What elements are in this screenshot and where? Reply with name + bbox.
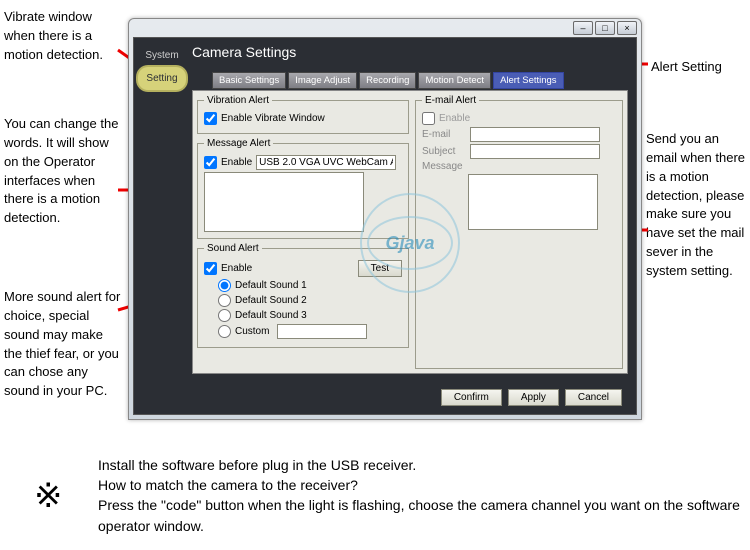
cancel-button[interactable]: Cancel	[565, 389, 622, 406]
sound-option-custom[interactable]: Custom	[218, 324, 402, 339]
apply-button[interactable]: Apply	[508, 389, 559, 406]
emsg-field-label: Message	[422, 161, 466, 172]
sound-enable-checkbox[interactable]	[204, 262, 217, 275]
close-button[interactable]: ×	[617, 21, 637, 35]
message-textarea[interactable]	[204, 172, 364, 232]
email-field-label: E-mail	[422, 129, 466, 140]
maximize-button[interactable]: □	[595, 21, 615, 35]
tab-motion-detect[interactable]: Motion Detect	[418, 72, 491, 89]
settings-window: – □ × System Setting Camera Settings Bas…	[128, 18, 642, 420]
annotation-alert-setting: Alert Setting	[651, 58, 746, 77]
vibration-checkbox[interactable]	[204, 112, 217, 125]
dark-pane: System Setting Camera Settings Basic Set…	[133, 37, 637, 415]
tab-basic-settings[interactable]: Basic Settings	[212, 72, 286, 89]
tabs: Basic Settings Image Adjust Recording Mo…	[212, 72, 564, 89]
sound-enable-label: Enable	[221, 263, 252, 274]
message-text-input[interactable]	[256, 155, 396, 170]
watermark-logo: Gjava	[360, 193, 460, 293]
footer-buttons: Confirm Apply Cancel	[441, 389, 622, 406]
sidebar: System Setting	[138, 44, 186, 90]
sound-option-1[interactable]: Default Sound 1	[218, 279, 402, 292]
vibration-checkbox-label: Enable Vibrate Window	[221, 113, 325, 124]
page-title: Camera Settings	[192, 44, 296, 60]
email-message-textarea	[468, 174, 598, 230]
subject-field-label: Subject	[422, 146, 466, 157]
subject-input	[470, 144, 600, 159]
annotation-message: You can change the words. It will show o…	[4, 115, 124, 228]
sidebar-item-system[interactable]: System	[138, 44, 186, 67]
sound-option-2[interactable]: Default Sound 2	[218, 294, 402, 307]
tab-image-adjust[interactable]: Image Adjust	[288, 72, 357, 89]
email-enable-checkbox[interactable]	[422, 112, 435, 125]
sound-option-3[interactable]: Default Sound 3	[218, 309, 402, 322]
sound-legend: Sound Alert	[204, 243, 262, 254]
titlebar: – □ ×	[129, 19, 641, 37]
minimize-button[interactable]: –	[573, 21, 593, 35]
email-input	[470, 127, 600, 142]
asterisk-icon: ※	[34, 476, 63, 516]
annotation-email: Send you an email when there is a motion…	[646, 130, 746, 281]
tab-alert-settings[interactable]: Alert Settings	[493, 72, 564, 89]
annotation-install: Install the software before plug in the …	[98, 455, 740, 536]
custom-sound-input[interactable]	[277, 324, 367, 339]
annotation-sound: More sound alert for choice, special sou…	[4, 288, 124, 401]
message-legend: Message Alert	[204, 138, 273, 149]
message-enable-label: Enable	[221, 157, 252, 168]
annotation-vibrate: Vibrate window when there is a motion de…	[4, 8, 124, 65]
confirm-button[interactable]: Confirm	[441, 389, 502, 406]
sidebar-item-setting[interactable]: Setting	[138, 67, 186, 90]
content-pane: Vibration Alert Enable Vibrate Window Me…	[192, 90, 628, 374]
email-enable-label: Enable	[439, 113, 470, 124]
tab-recording[interactable]: Recording	[359, 72, 416, 89]
email-legend: E-mail Alert	[422, 95, 479, 106]
message-enable-checkbox[interactable]	[204, 156, 217, 169]
vibration-legend: Vibration Alert	[204, 95, 272, 106]
vibration-alert-group: Vibration Alert Enable Vibrate Window	[197, 95, 409, 134]
email-enable-row[interactable]: Enable	[422, 112, 616, 125]
vibration-checkbox-row[interactable]: Enable Vibrate Window	[204, 112, 402, 125]
